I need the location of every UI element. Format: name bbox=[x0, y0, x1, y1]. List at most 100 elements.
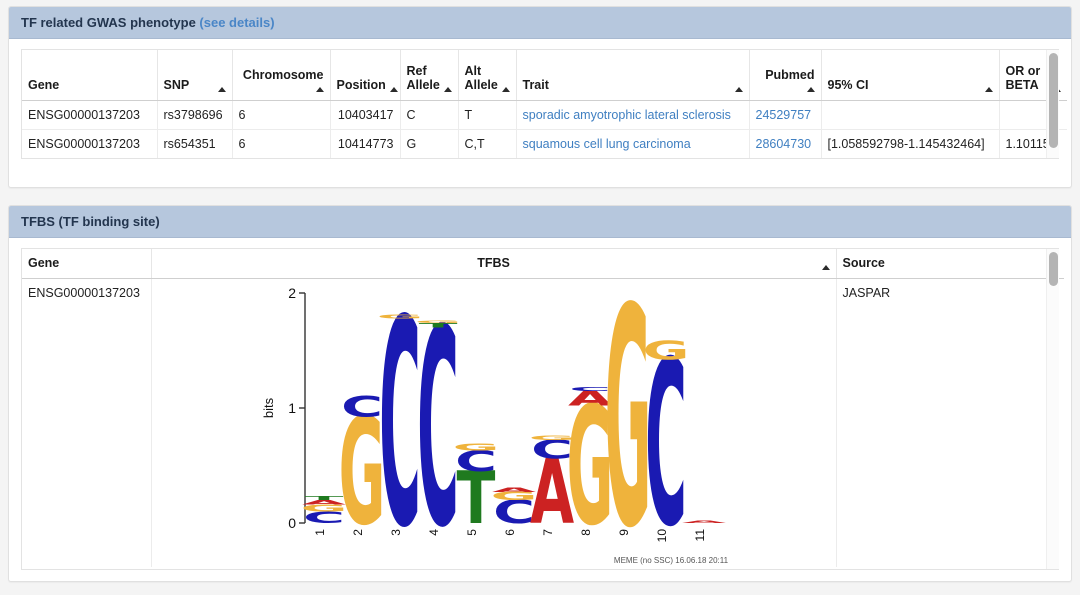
svg-text:4: 4 bbox=[427, 528, 441, 535]
tfbs-panel: TFBS (TF binding site) Gene TFBS Source … bbox=[8, 205, 1072, 582]
gwas-panel-title: TF related GWAS phenotype bbox=[21, 15, 196, 30]
svg-text:8: 8 bbox=[579, 528, 593, 535]
tfbs-panel-header: TFBS (TF binding site) bbox=[9, 206, 1071, 238]
gwas-col-pubmed-label: Pubmed bbox=[765, 68, 815, 83]
svg-text:9: 9 bbox=[617, 528, 631, 535]
cell-ci bbox=[821, 100, 1000, 130]
gwas-panel: TF related GWAS phenotype (see details) bbox=[8, 6, 1072, 188]
svg-text:5: 5 bbox=[465, 528, 479, 535]
cell-trait-link[interactable]: squamous cell lung carcinoma bbox=[516, 129, 750, 158]
see-details-link[interactable]: (see details) bbox=[199, 15, 274, 30]
tfbs-scrollbar-thumb[interactable] bbox=[1049, 252, 1058, 286]
cell-ref-allele: G bbox=[400, 129, 459, 158]
svg-text:1: 1 bbox=[313, 528, 327, 535]
svg-text:2: 2 bbox=[351, 528, 365, 535]
gwas-panel-body: Gene SNP Chromosome Position Ref Allele … bbox=[9, 39, 1071, 171]
tfbs-table-scrollbar[interactable] bbox=[1046, 249, 1059, 569]
cell-gene: ENSG00000137203 bbox=[22, 100, 158, 130]
svg-text:3: 3 bbox=[389, 528, 403, 535]
sort-ascending-icon[interactable] bbox=[217, 86, 226, 92]
gwas-col-position-label: Position bbox=[336, 78, 386, 93]
sequence-logo-chart: 012bitsCGATGCCGCTGTCGCGAACGGACGCGA1 2 3 4 5 6… bbox=[261, 279, 729, 567]
gwas-table: Gene SNP Chromosome Position Ref Allele … bbox=[22, 50, 1067, 158]
gwas-col-ref-allele[interactable]: Ref Allele bbox=[400, 50, 459, 101]
gwas-col-trait[interactable]: Trait bbox=[516, 50, 750, 101]
cell-pubmed-link[interactable]: 28604730 bbox=[749, 129, 822, 158]
gwas-col-chromosome-label: Chromosome bbox=[242, 68, 324, 83]
cell-source: JASPAR bbox=[836, 278, 1064, 567]
cell-pubmed-link[interactable]: 24529757 bbox=[749, 100, 822, 130]
svg-text:G: G bbox=[452, 441, 499, 452]
cell-position: 10403417 bbox=[330, 100, 401, 130]
cell-gene: ENSG00000137203 bbox=[22, 129, 158, 158]
cell-ref-allele: C bbox=[400, 100, 459, 130]
tfbs-col-source-label: Source bbox=[842, 256, 885, 271]
cell-snp: rs654351 bbox=[157, 129, 233, 158]
cell-chromosome: 6 bbox=[232, 100, 331, 130]
gwas-col-snp[interactable]: SNP bbox=[157, 50, 233, 101]
svg-text:1: 1 bbox=[288, 400, 296, 416]
cell-snp: rs3798696 bbox=[157, 100, 233, 130]
gwas-col-position[interactable]: Position bbox=[330, 50, 401, 101]
tfbs-panel-title: TFBS (TF binding site) bbox=[21, 214, 160, 229]
sort-ascending-icon[interactable] bbox=[443, 86, 452, 92]
sort-ascending-icon[interactable] bbox=[734, 86, 743, 92]
gwas-col-alt-allele-label: Alt Allele bbox=[464, 63, 498, 93]
tfbs-col-tfbs[interactable]: TFBS bbox=[151, 249, 837, 279]
gwas-col-pubmed[interactable]: Pubmed bbox=[749, 50, 822, 101]
table-row[interactable]: ENSG00000137203 rs654351 6 10414773 G C,… bbox=[22, 129, 1067, 158]
svg-text:G: G bbox=[642, 336, 689, 366]
gwas-col-chromosome[interactable]: Chromosome bbox=[232, 50, 331, 101]
svg-text:10: 10 bbox=[655, 528, 669, 542]
cell-trait-link[interactable]: sporadic amyotrophic lateral sclerosis bbox=[516, 100, 750, 130]
table-row[interactable]: ENSG00000137203 0 1 2 bits C G A T G C C G C T G T C G C G A… bbox=[22, 278, 1064, 567]
svg-text:11: 11 bbox=[693, 528, 707, 541]
svg-text:6: 6 bbox=[503, 528, 517, 535]
svg-text:bits: bits bbox=[261, 397, 276, 418]
tfbs-col-gene[interactable]: Gene bbox=[22, 249, 152, 279]
cell-tfbs-logo: 0 1 2 bits C G A T G C C G C T G T C G C G A A C G G A C G C G A 1 2 3 4 5 6… bbox=[151, 278, 837, 567]
tfbs-table-wrapper: Gene TFBS Source ENSG00000137203 0 1 2 b… bbox=[21, 248, 1064, 570]
sort-ascending-icon[interactable] bbox=[821, 264, 830, 270]
svg-text:0: 0 bbox=[288, 515, 296, 531]
svg-text:G: G bbox=[414, 319, 461, 323]
cell-position: 10414773 bbox=[330, 129, 401, 158]
gwas-col-ref-allele-label: Ref Allele bbox=[406, 63, 440, 93]
cell-alt-allele: C,T bbox=[458, 129, 517, 158]
svg-text:C: C bbox=[341, 390, 383, 424]
gwas-col-ci[interactable]: 95% CI bbox=[821, 50, 1000, 101]
svg-text:2: 2 bbox=[288, 285, 296, 301]
sort-ascending-icon[interactable] bbox=[315, 86, 324, 92]
gwas-col-alt-allele[interactable]: Alt Allele bbox=[458, 50, 517, 101]
cell-alt-allele: T bbox=[458, 100, 517, 130]
tfbs-table-header-row: Gene TFBS Source bbox=[22, 249, 1064, 279]
gwas-col-gene-label: Gene bbox=[28, 78, 60, 93]
tfbs-col-tfbs-label: TFBS bbox=[477, 256, 510, 271]
gwas-scrollbar-thumb[interactable] bbox=[1049, 53, 1058, 148]
table-row[interactable]: ENSG00000137203 rs3798696 6 10403417 C T… bbox=[22, 100, 1067, 130]
sort-ascending-icon[interactable] bbox=[984, 86, 993, 92]
sort-ascending-icon[interactable] bbox=[501, 86, 510, 92]
gwas-table-header-row: Gene SNP Chromosome Position Ref Allele … bbox=[22, 50, 1067, 101]
gwas-col-trait-label: Trait bbox=[522, 78, 549, 93]
gwas-col-snp-label: SNP bbox=[163, 78, 190, 93]
gwas-col-ci-label: 95% CI bbox=[827, 78, 869, 93]
gwas-panel-header: TF related GWAS phenotype (see details) bbox=[9, 7, 1071, 39]
svg-text:MEME (no SSC) 16.06.18 20:11: MEME (no SSC) 16.06.18 20:11 bbox=[613, 556, 728, 565]
cell-gene: ENSG00000137203 bbox=[22, 278, 152, 567]
sort-ascending-icon[interactable] bbox=[806, 86, 815, 92]
svg-text:7: 7 bbox=[541, 528, 555, 535]
sort-ascending-icon[interactable] bbox=[389, 86, 398, 92]
tfbs-table: Gene TFBS Source ENSG00000137203 0 1 2 b… bbox=[22, 249, 1064, 567]
cell-ci: [1.058592798-1.145432464] bbox=[821, 129, 1000, 158]
sequence-logo-container: 0 1 2 bits C G A T G C C G C T G T C G C G A A C G G A C G C G A 1 2 3 4 5 6… bbox=[152, 279, 836, 567]
gwas-col-gene[interactable]: Gene bbox=[22, 50, 158, 101]
gwas-table-wrapper: Gene SNP Chromosome Position Ref Allele … bbox=[21, 49, 1067, 159]
gwas-table-scrollbar[interactable] bbox=[1046, 50, 1059, 158]
tfbs-panel-body: Gene TFBS Source ENSG00000137203 0 1 2 b… bbox=[9, 238, 1071, 582]
cell-chromosome: 6 bbox=[232, 129, 331, 158]
tfbs-col-source[interactable]: Source bbox=[836, 249, 1064, 279]
page-root: TF related GWAS phenotype (see details) bbox=[0, 0, 1080, 595]
gwas-col-or-beta-label: OR or BETA bbox=[1005, 63, 1041, 93]
tfbs-col-gene-label: Gene bbox=[28, 256, 60, 271]
